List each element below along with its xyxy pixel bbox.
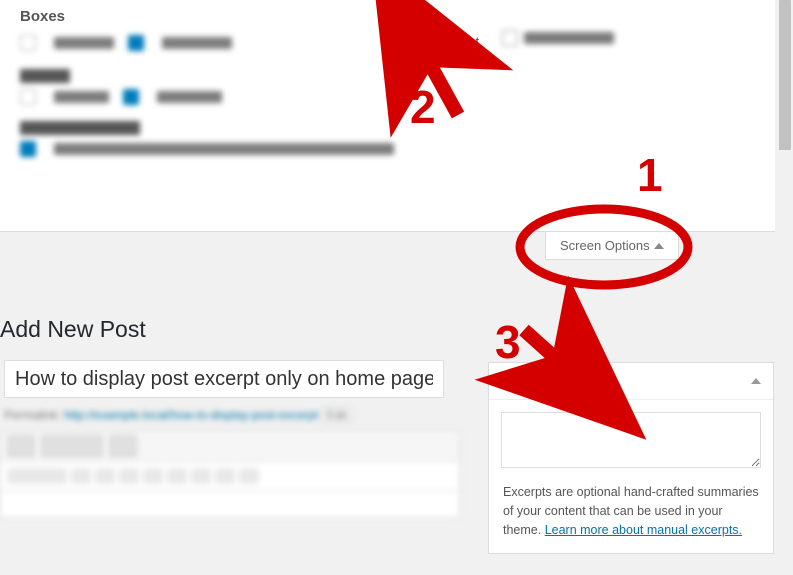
excerpt-description: Excerpts are optional hand-crafted summa… bbox=[503, 483, 759, 539]
excerpt-metabox-title: Excerpt bbox=[501, 373, 552, 389]
excerpt-metabox: Excerpt Excerpts are optional hand-craft… bbox=[488, 362, 774, 554]
annotation-arrow-3 bbox=[524, 330, 563, 365]
excerpt-metabox-header[interactable]: Excerpt bbox=[489, 363, 773, 400]
excerpt-learn-more-link[interactable]: Learn more about manual excerpts. bbox=[545, 523, 742, 537]
page-scrollbar-thumb[interactable] bbox=[779, 0, 791, 150]
excerpt-checkbox-input[interactable] bbox=[410, 33, 426, 49]
editor-blurred-area: Permalink: http://example.local/how-to-d… bbox=[0, 402, 460, 518]
page-scrollbar[interactable] bbox=[777, 0, 793, 575]
screenshot-stage: Boxes Excerpt Screen Options Add New Pos… bbox=[0, 0, 793, 575]
excerpt-metabox-body: Excerpts are optional hand-crafted summa… bbox=[489, 400, 773, 553]
drawer-blurred-content bbox=[20, 35, 755, 157]
drawer-heading: Boxes bbox=[20, 8, 755, 25]
post-title-input[interactable] bbox=[4, 360, 444, 398]
blurred-checkbox bbox=[502, 30, 614, 46]
chevron-up-icon bbox=[751, 378, 761, 384]
screen-options-label: Screen Options bbox=[560, 238, 650, 253]
screen-options-drawer: Boxes Excerpt bbox=[0, 0, 775, 232]
chevron-up-icon bbox=[654, 243, 664, 249]
screen-options-tab[interactable]: Screen Options bbox=[545, 232, 679, 260]
excerpt-textarea[interactable] bbox=[501, 412, 761, 468]
excerpt-checkbox-label: Excerpt bbox=[435, 34, 479, 49]
excerpt-checkbox[interactable]: Excerpt bbox=[406, 30, 479, 52]
annotation-number-3: 3 bbox=[495, 315, 521, 369]
page-title: Add New Post bbox=[0, 316, 146, 343]
